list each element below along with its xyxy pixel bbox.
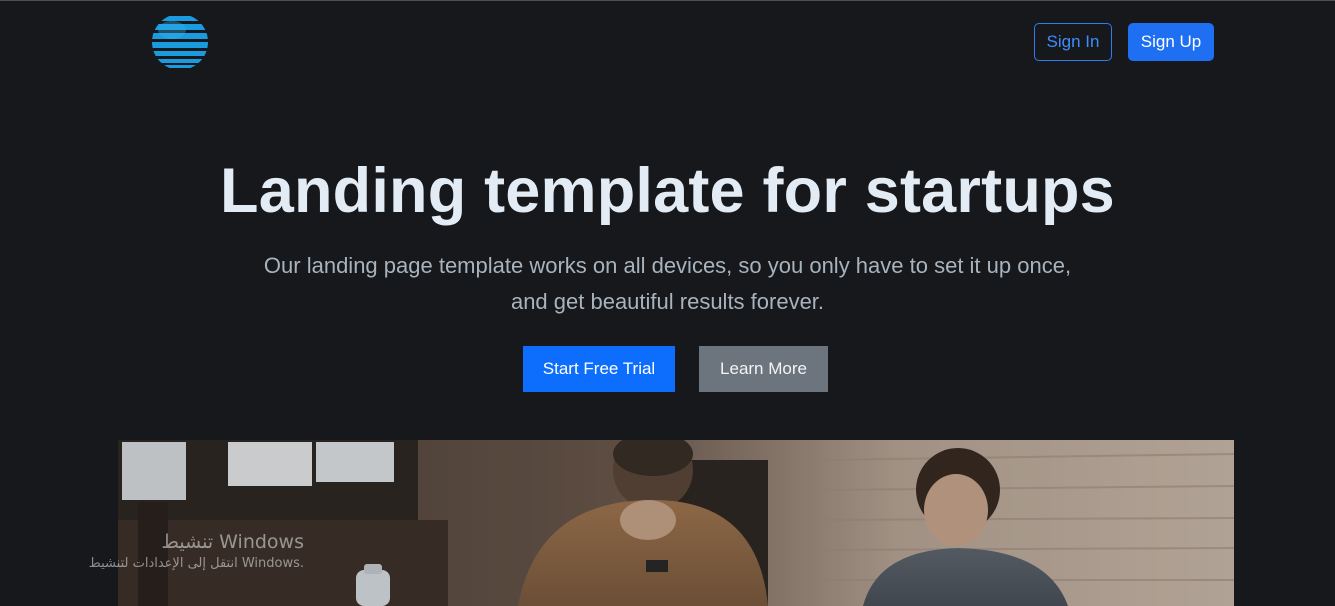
- windows-activation-watermark: تنشيط Windows انتقل إلى الإعدادات لتنشيط…: [60, 530, 304, 574]
- hero-subtitle-line2: and get beautiful results forever.: [510, 289, 825, 314]
- watermark-subtitle: انتقل إلى الإعدادات لتنشيط Windows.: [88, 556, 304, 571]
- sign-up-button[interactable]: Sign Up: [1128, 23, 1214, 61]
- hero-image: [118, 440, 1234, 606]
- hero-subtitle-line1: Our landing page template works on all d…: [263, 253, 1072, 278]
- watermark-title: تنشيط Windows: [161, 531, 304, 553]
- hero-subtitle: Our landing page template works on all d…: [0, 248, 1335, 320]
- header-nav: Sign In Sign Up: [1034, 23, 1214, 61]
- start-free-trial-button[interactable]: Start Free Trial: [523, 346, 675, 392]
- learn-more-button[interactable]: Learn More: [699, 346, 828, 392]
- hero-title: Landing template for startups: [220, 156, 1115, 226]
- sign-in-button[interactable]: Sign In: [1034, 23, 1112, 61]
- globe-logo-icon[interactable]: [152, 14, 208, 70]
- hero-cta-group: Start Free Trial Learn More: [523, 346, 828, 392]
- window-top-border: [0, 0, 1335, 1]
